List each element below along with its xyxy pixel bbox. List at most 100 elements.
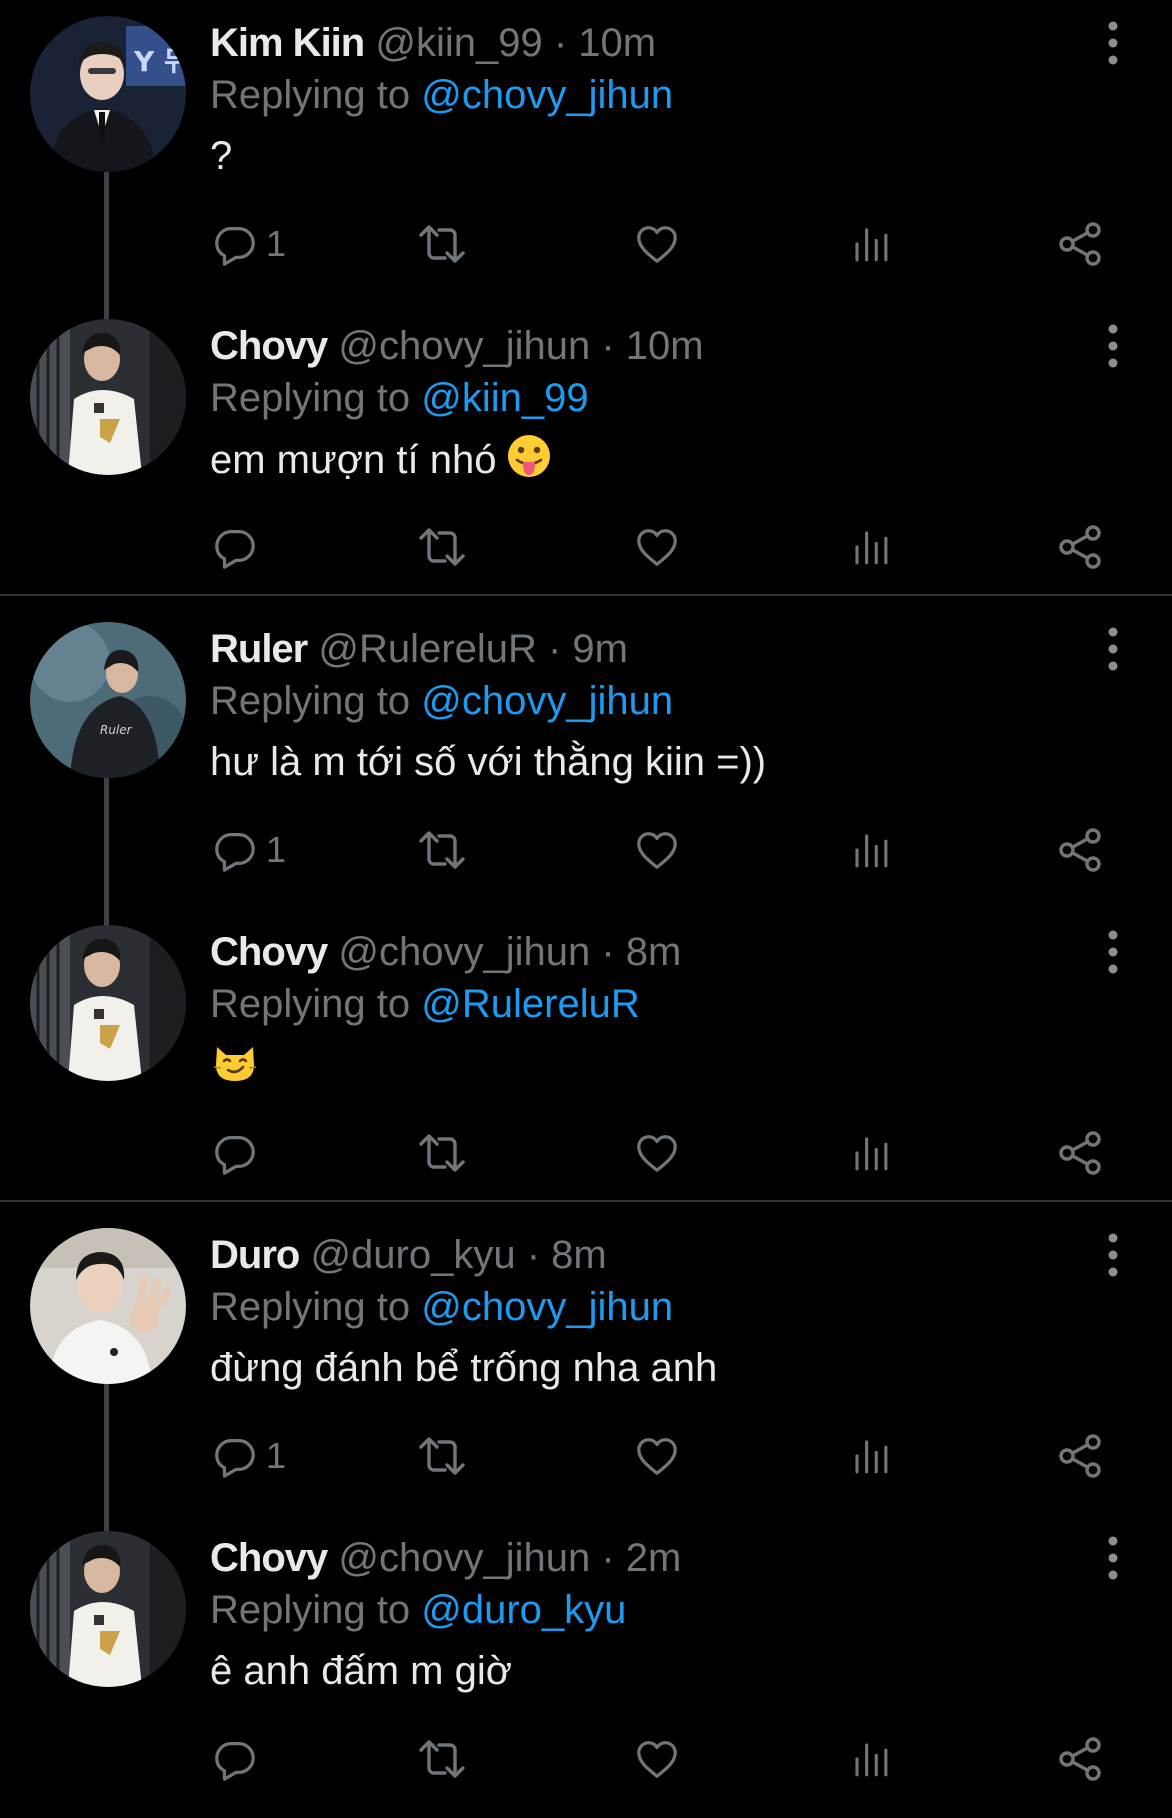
timestamp[interactable]: · 10m: [554, 21, 656, 65]
like-icon: [634, 827, 680, 873]
reply-button[interactable]: 1: [212, 218, 286, 270]
tweet-text-content: ?: [210, 134, 233, 178]
views-button[interactable]: [850, 218, 892, 270]
tweet-actions: 1: [210, 218, 1110, 270]
retweet-button[interactable]: [418, 1733, 466, 1785]
share-icon: [1056, 523, 1104, 571]
more-icon[interactable]: [1100, 626, 1126, 672]
like-button[interactable]: [634, 1127, 680, 1179]
retweet-button[interactable]: [418, 824, 466, 876]
like-button[interactable]: [634, 824, 680, 876]
tweet-text: [210, 1039, 258, 1098]
handle[interactable]: @duro_kyu: [310, 1233, 515, 1277]
replying-to: Replying to @chovy_jihun: [210, 675, 673, 727]
timestamp[interactable]: · 9m: [548, 627, 628, 671]
avatar-chovy[interactable]: [30, 1531, 186, 1687]
avatar-chovy[interactable]: [30, 319, 186, 475]
timestamp[interactable]: · 10m: [601, 324, 703, 368]
retweet-button[interactable]: [418, 521, 466, 573]
reply-icon: [212, 1736, 258, 1782]
tweet-ruler[interactable]: Ruler Ruler @RulereluR · 9m Replying to …: [0, 606, 1172, 926]
views-icon: [850, 828, 892, 872]
handle[interactable]: @chovy_jihun: [338, 1536, 590, 1580]
mention-link[interactable]: @duro_kyu: [421, 1588, 626, 1632]
like-button[interactable]: [634, 1733, 680, 1785]
like-icon: [634, 221, 680, 267]
replying-to: Replying to @chovy_jihun: [210, 1281, 673, 1333]
avatar-duro[interactable]: [30, 1228, 186, 1384]
avatar-ruler[interactable]: Ruler: [30, 622, 186, 778]
like-button[interactable]: [634, 218, 680, 270]
retweet-icon: [418, 220, 466, 268]
retweet-icon: [418, 826, 466, 874]
reply-button[interactable]: [212, 1733, 266, 1785]
share-icon: [1056, 1432, 1104, 1480]
thread-line: [104, 172, 109, 320]
mention-link[interactable]: @kiin_99: [421, 376, 588, 420]
share-icon: [1056, 220, 1104, 268]
display-name[interactable]: Chovy: [210, 1536, 328, 1580]
more-icon[interactable]: [1100, 20, 1126, 66]
timestamp[interactable]: · 2m: [601, 1536, 681, 1580]
svg-text:Ruler: Ruler: [100, 723, 133, 737]
timestamp[interactable]: · 8m: [527, 1233, 607, 1277]
views-button[interactable]: [850, 1733, 892, 1785]
views-button[interactable]: [850, 521, 892, 573]
mention-link[interactable]: @chovy_jihun: [421, 679, 673, 723]
share-button[interactable]: [1056, 1430, 1104, 1482]
handle[interactable]: @kiin_99: [375, 21, 542, 65]
tweet-chovy-1[interactable]: Chovy @chovy_jihun · 10m Replying to @ki…: [0, 303, 1172, 606]
tweet-kiin[interactable]: Y 뒤 Kim Kiin @kiin_99 · 10m Replying to …: [0, 0, 1172, 320]
replying-to-label: Replying to: [210, 679, 411, 723]
retweet-button[interactable]: [418, 218, 466, 270]
retweet-button[interactable]: [418, 1127, 466, 1179]
like-button[interactable]: [634, 521, 680, 573]
share-icon: [1056, 1129, 1104, 1177]
tweet-chovy-2[interactable]: Chovy @chovy_jihun · 8m Replying to @Rul…: [0, 909, 1172, 1212]
more-icon[interactable]: [1100, 1232, 1126, 1278]
like-button[interactable]: [634, 1430, 680, 1482]
tweet-actions: 1: [210, 824, 1110, 876]
mention-link[interactable]: @chovy_jihun: [421, 73, 673, 117]
share-button[interactable]: [1056, 521, 1104, 573]
tweet-text: ?: [210, 130, 232, 182]
display-name[interactable]: Chovy: [210, 324, 328, 368]
handle[interactable]: @RulereluR: [318, 627, 536, 671]
share-button[interactable]: [1056, 1733, 1104, 1785]
display-name[interactable]: Chovy: [210, 930, 328, 974]
more-icon[interactable]: [1100, 929, 1126, 975]
reply-button[interactable]: [212, 521, 266, 573]
mention-link[interactable]: @chovy_jihun: [421, 1285, 673, 1329]
tweet-duro[interactable]: Duro @duro_kyu · 8m Replying to @chovy_j…: [0, 1212, 1172, 1532]
share-button[interactable]: [1056, 218, 1104, 270]
retweet-icon: [418, 523, 466, 571]
display-name[interactable]: Kim Kiin: [210, 21, 365, 65]
more-icon[interactable]: [1100, 1535, 1126, 1581]
reply-button[interactable]: 1: [212, 1430, 286, 1482]
timestamp[interactable]: · 8m: [601, 930, 681, 974]
tweet-text: ê anh đấm m giờ: [210, 1645, 512, 1697]
tongue-out-emoji: [506, 433, 552, 492]
retweet-icon: [418, 1129, 466, 1177]
handle[interactable]: @chovy_jihun: [338, 930, 590, 974]
views-button[interactable]: [850, 824, 892, 876]
like-icon: [634, 1736, 680, 1782]
avatar-chovy[interactable]: [30, 925, 186, 1081]
share-button[interactable]: [1056, 824, 1104, 876]
tweet-chovy-3[interactable]: Chovy @chovy_jihun · 2m Replying to @dur…: [0, 1515, 1172, 1818]
more-icon[interactable]: [1100, 323, 1126, 369]
reply-button[interactable]: 1: [212, 824, 286, 876]
views-button[interactable]: [850, 1127, 892, 1179]
retweet-button[interactable]: [418, 1430, 466, 1482]
mention-link[interactable]: @RulereluR: [421, 982, 639, 1026]
reply-button[interactable]: [212, 1127, 266, 1179]
views-icon: [850, 1737, 892, 1781]
views-button[interactable]: [850, 1430, 892, 1482]
share-button[interactable]: [1056, 1127, 1104, 1179]
replying-to-label: Replying to: [210, 376, 411, 420]
tweet-text-content: ê anh đấm m giờ: [210, 1649, 512, 1693]
display-name[interactable]: Duro: [210, 1233, 300, 1277]
handle[interactable]: @chovy_jihun: [338, 324, 590, 368]
display-name[interactable]: Ruler: [210, 627, 308, 671]
avatar-kiin[interactable]: Y 뒤: [30, 16, 186, 172]
